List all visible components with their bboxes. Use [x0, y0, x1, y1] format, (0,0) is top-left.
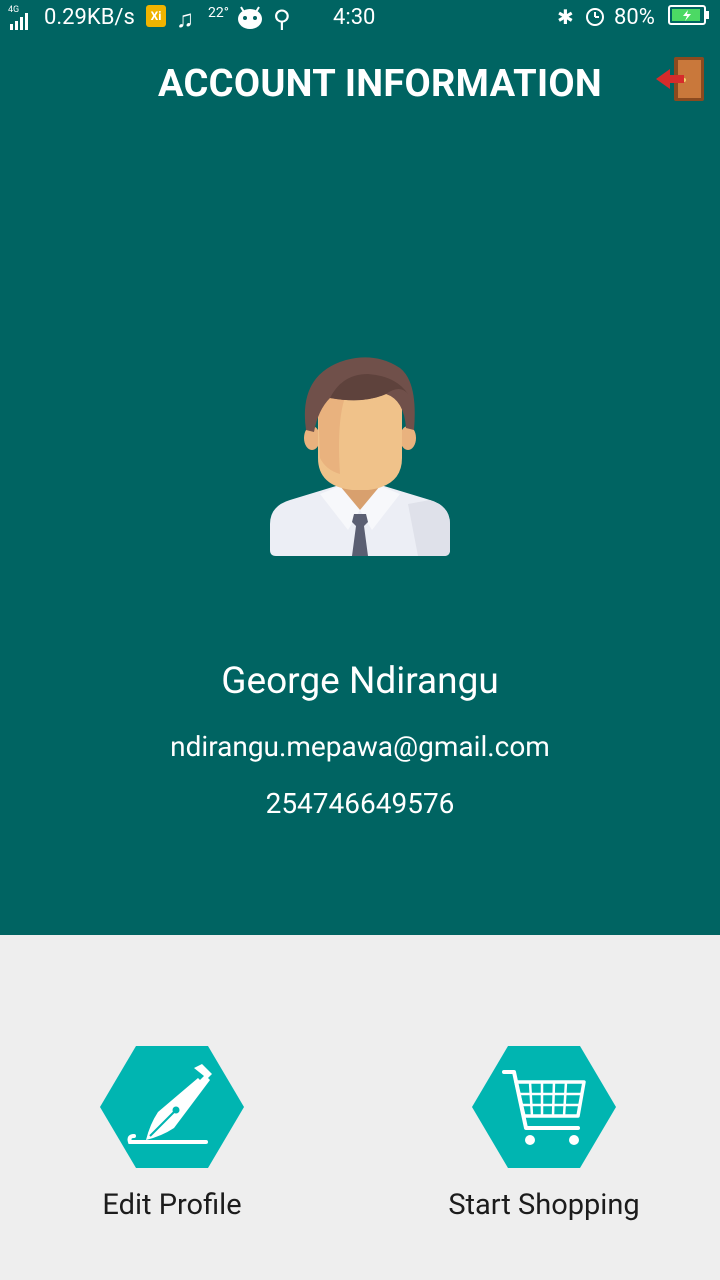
- edit-profile-button[interactable]: Edit Profile: [52, 1044, 292, 1234]
- signal-icon: [10, 12, 36, 30]
- temperature: 22°: [208, 5, 229, 21]
- page-title: ACCOUNT INFORMATION: [158, 62, 602, 106]
- battery-icon: [668, 5, 710, 25]
- status-bar: 4G 0.29KB/s Xi ♫ 22° ⚲ 4:30 ✱ 80%: [0, 0, 720, 38]
- network-speed: 0.29KB/s: [44, 5, 135, 30]
- avatar: [268, 354, 452, 556]
- alarm-icon: [584, 5, 606, 27]
- clock: 4:30: [333, 5, 376, 30]
- profile-phone: 254746649576: [265, 787, 455, 820]
- start-shopping-button[interactable]: Start Shopping: [424, 1044, 664, 1234]
- music-note-icon: ♫: [176, 5, 194, 33]
- exit-door-icon: [656, 57, 704, 101]
- battery-percent: 80%: [614, 5, 655, 30]
- account-header-panel: 4G 0.29KB/s Xi ♫ 22° ⚲ 4:30 ✱ 80% ACCOUN…: [0, 0, 720, 935]
- android-icon: [237, 5, 263, 29]
- xi-badge-icon: Xi: [146, 5, 166, 27]
- profile-email: ndirangu.mepawa@gmail.com: [170, 730, 550, 763]
- logout-button[interactable]: [654, 55, 706, 103]
- start-shopping-label: Start Shopping: [448, 1188, 640, 1222]
- profile-name: George Ndirangu: [221, 660, 499, 703]
- edit-profile-label: Edit Profile: [102, 1188, 242, 1222]
- usb-icon: ⚲: [273, 5, 291, 33]
- pen-icon: [100, 1046, 244, 1168]
- shopping-cart-icon: [472, 1046, 616, 1168]
- user-avatar-icon: [270, 357, 450, 556]
- bluetooth-icon: ✱: [557, 5, 574, 29]
